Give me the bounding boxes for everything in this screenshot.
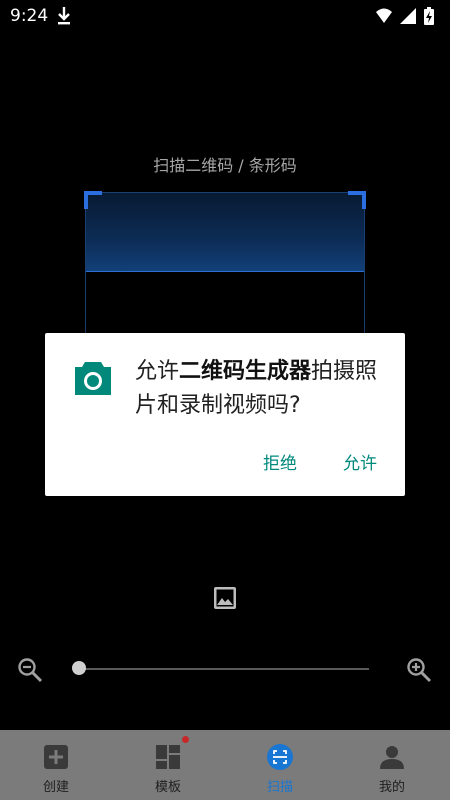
nav-label-scan: 扫描: [266, 780, 293, 795]
add-box-icon: [44, 745, 68, 769]
camera-icon: [75, 362, 111, 395]
status-time: 9:24: [10, 6, 49, 26]
zoom-slider-track[interactable]: [79, 668, 369, 670]
frame-corner-top-left: [84, 191, 102, 209]
dialog-message-prefix: 允许: [135, 359, 180, 384]
person-icon: [380, 746, 404, 769]
nav-item-profile[interactable]: 我的: [336, 730, 448, 800]
signal-icon: [400, 8, 416, 24]
wifi-icon: [376, 8, 392, 23]
scan-icon: [267, 744, 293, 770]
bottom-nav: 创建 模板 扫描 我的: [0, 730, 450, 800]
zoom-in-icon[interactable]: [406, 657, 432, 683]
zoom-slider-thumb[interactable]: [72, 661, 86, 675]
permission-dialog: 允许二维码生成器拍摄照片和录制视频吗? 拒绝 允许: [45, 333, 405, 496]
zoom-out-icon[interactable]: [17, 657, 43, 683]
allow-button[interactable]: 允许: [343, 449, 377, 474]
scan-hint: 扫描二维码 / 条形码: [153, 156, 297, 175]
nav-item-scan[interactable]: 扫描: [224, 730, 336, 800]
notification-badge: [182, 736, 189, 743]
dashboard-icon: [156, 745, 180, 769]
nav-item-templates[interactable]: 模板: [112, 730, 224, 800]
nav-label-templates: 模板: [154, 780, 181, 795]
deny-button[interactable]: 拒绝: [263, 449, 297, 474]
battery-icon: [424, 7, 434, 25]
dialog-app-name: 二维码生成器: [179, 359, 312, 384]
nav-label-create: 创建: [42, 780, 69, 795]
download-icon: [58, 7, 70, 25]
frame-corner-top-right: [348, 191, 366, 209]
scan-line: [86, 193, 364, 272]
status-icons: [376, 7, 434, 25]
status-bar: 9:24: [0, 0, 450, 32]
dialog-actions: 拒绝 允许: [263, 449, 377, 474]
nav-label-profile: 我的: [378, 780, 405, 795]
gallery-icon[interactable]: [212, 585, 238, 611]
dialog-message: 允许二维码生成器拍摄照片和录制视频吗?: [135, 355, 391, 423]
nav-item-create[interactable]: 创建: [0, 730, 112, 800]
